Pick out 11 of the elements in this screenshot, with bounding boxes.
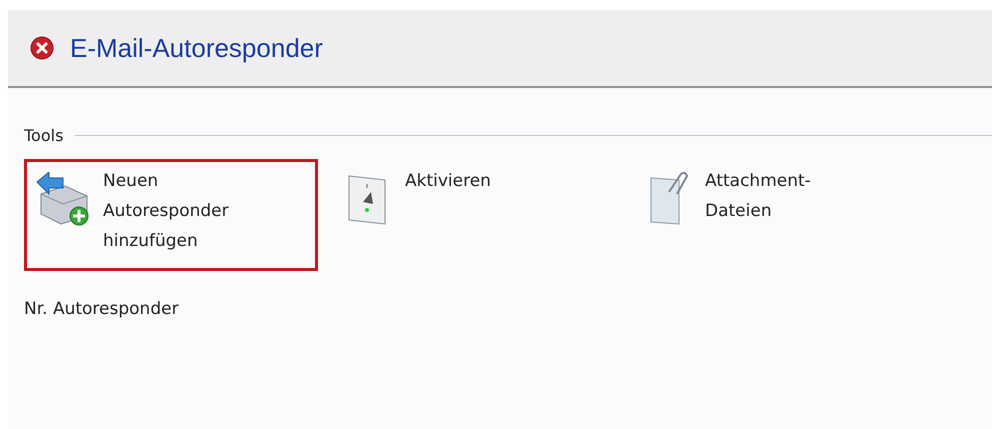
- tool-item[interactable]: Neuen Autoresponder hinzufügen: [24, 159, 318, 271]
- tool-label: Attachment-Dateien: [705, 170, 812, 223]
- tool-item[interactable]: Attachment-Dateien: [634, 159, 890, 271]
- page-title: E-Mail-Autoresponder: [70, 32, 323, 64]
- error-icon: [30, 36, 54, 60]
- column-label: Nr. Autoresponder: [24, 299, 179, 319]
- section-label: Tools: [24, 126, 64, 145]
- tool-label: Neuen Autoresponder hinzufügen: [103, 170, 230, 253]
- tool-item[interactable]: Aktivieren: [334, 159, 634, 271]
- envelope-add-icon: [35, 172, 91, 226]
- tool-label: Aktivieren: [405, 170, 491, 193]
